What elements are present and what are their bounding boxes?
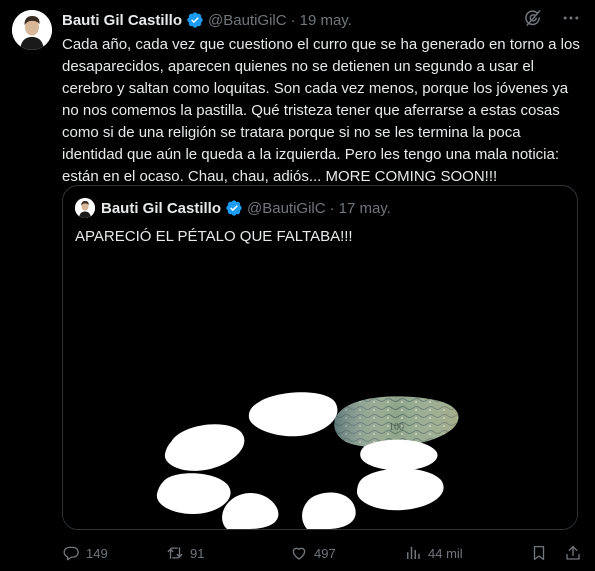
flower-petals-image: 100: [63, 252, 577, 529]
reply-count: 149: [86, 545, 108, 561]
tweet-actions: 149 91 497 44 mil: [62, 541, 582, 565]
views-button[interactable]: 44 mil: [404, 544, 522, 562]
header-separator: ·: [290, 11, 296, 29]
quoted-tweet-header: Bauti Gil Castillo @BautiGilC · 17 may.: [75, 198, 391, 218]
more-icon[interactable]: [561, 8, 581, 28]
reply-icon: [63, 546, 79, 561]
bookmark-icon[interactable]: [530, 544, 548, 562]
tweet-top-actions: [523, 8, 581, 28]
share-icon[interactable]: [564, 544, 582, 562]
quoted-header-separator: ·: [329, 199, 335, 217]
verified-badge-icon: [226, 200, 242, 216]
svg-text:100: 100: [389, 422, 404, 433]
tweet-secondary-actions: [530, 544, 582, 562]
quoted-tweet[interactable]: Bauti Gil Castillo @BautiGilC · 17 may. …: [62, 185, 578, 530]
tweet-text: Cada año, cada vez que cuestiono el curr…: [62, 36, 580, 185]
retweet-button[interactable]: 91: [166, 544, 290, 562]
views-chart-icon: [407, 547, 420, 559]
tweet: Bauti Gil Castillo @BautiGilC · 19 may. …: [0, 0, 595, 571]
quoted-tweet-date: 17 may.: [338, 199, 391, 217]
quoted-author-avatar: [75, 198, 95, 218]
quoted-tweet-text: APARECIÓ EL PÉTALO QUE FALTABA!!!: [75, 228, 353, 245]
retweet-icon: [167, 547, 183, 559]
reply-button[interactable]: 149: [62, 544, 166, 562]
tweet-date[interactable]: 19 may.: [300, 12, 352, 29]
author-handle[interactable]: @BautiGilC: [208, 12, 287, 29]
tweet-header: Bauti Gil Castillo @BautiGilC · 19 may.: [62, 10, 352, 30]
author-name[interactable]: Bauti Gil Castillo: [62, 12, 182, 29]
views-count: 44 mil: [428, 545, 463, 561]
like-count: 497: [314, 545, 336, 561]
quoted-tweet-image[interactable]: 100: [63, 252, 577, 529]
verified-badge-icon: [187, 12, 203, 28]
quoted-author-name: Bauti Gil Castillo: [101, 199, 222, 217]
heart-icon: [292, 547, 306, 560]
grok-icon[interactable]: [523, 8, 543, 28]
author-avatar[interactable]: [12, 10, 52, 50]
like-button[interactable]: 497: [290, 544, 404, 562]
quoted-author-handle: @BautiGilC: [247, 199, 326, 217]
retweet-count: 91: [190, 545, 205, 561]
